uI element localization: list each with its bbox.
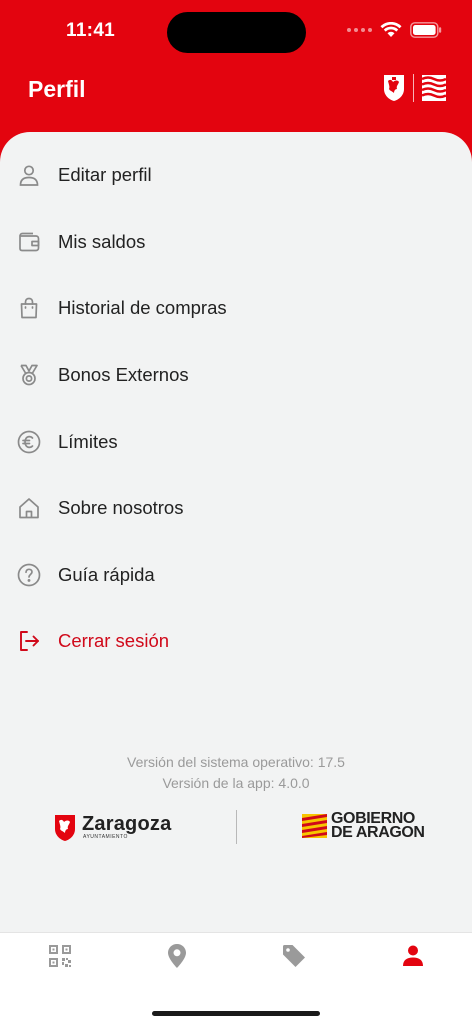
logout-icon [16,628,42,654]
location-pin-icon [168,944,186,968]
version-info: Versión del sistema operativo: 17.5 Vers… [0,752,472,794]
wallet-icon [16,229,42,255]
dynamic-island [167,12,306,53]
menu-item-logout[interactable]: Cerrar sesión [0,608,472,675]
header-logo-divider [413,74,414,102]
home-icon [16,495,42,521]
header: Perfil [0,62,472,132]
gobierno-aragon-logo: GOBIERNO DE ARAGON [302,811,425,841]
tab-bar [0,932,472,1024]
menu-item-edit-profile[interactable]: Editar perfil [0,142,472,209]
os-version-text: Versión del sistema operativo: 17.5 [127,754,345,770]
footer-logos: Zaragoza AYUNTAMIENTO GOBIERNO DE ARAGON [0,808,472,848]
wifi-icon [380,22,402,37]
menu-item-limits[interactable]: Límites [0,408,472,475]
menu-item-about-us[interactable]: Sobre nosotros [0,475,472,542]
menu-item-external-vouchers[interactable]: Bonos Externos [0,342,472,409]
status-time: 11:41 [66,20,116,41]
home-indicator [152,1011,320,1016]
aragon-line-2: DE ARAGON [331,824,425,841]
aragon-flag-icon [302,814,327,838]
header-logos [383,74,446,102]
app-version-text: Versión de la app: 4.0.0 [162,775,310,791]
profile-icon [403,945,423,966]
menu-item-purchase-history[interactable]: Historial de compras [0,275,472,342]
qr-code-icon [49,945,71,967]
euro-icon [16,429,42,455]
tag-icon [283,945,305,967]
help-icon [16,562,42,588]
tab-profile[interactable] [393,941,433,971]
user-icon [16,162,42,188]
content-sheet: Editar perfil Mis saldos Historial de co… [0,132,472,932]
menu-item-label: Mis saldos [58,230,146,252]
tab-map[interactable] [157,941,197,971]
zaragoza-crest-icon [55,815,75,841]
zaragoza-logo: Zaragoza AYUNTAMIENTO [54,814,171,842]
tab-qr-code[interactable] [40,941,80,971]
zaragoza-shield-icon [384,75,404,101]
menu-item-label: Cerrar sesión [58,630,170,652]
status-bar: 11:41 [0,0,472,62]
menu-item-balances[interactable]: Mis saldos [0,209,472,276]
menu-item-label: Bonos Externos [58,364,189,386]
menu-item-label: Límites [58,430,118,452]
page-title: Perfil [28,76,86,102]
zaragoza-subtitle: AYUNTAMIENTO [83,834,128,840]
profile-menu: Editar perfil Mis saldos Historial de co… [0,142,472,675]
aragon-emblem-icon [422,75,446,101]
footer-divider [236,810,237,844]
menu-item-quick-guide[interactable]: Guía rápida [0,542,472,609]
zaragoza-name: Zaragoza [82,813,172,835]
menu-item-label: Guía rápida [58,563,155,585]
cellular-signal-icon [347,28,372,32]
menu-item-label: Sobre nosotros [58,497,184,519]
status-indicators [347,22,442,38]
medal-icon [16,362,42,388]
tab-offers[interactable] [274,941,314,971]
menu-item-label: Historial de compras [58,297,227,319]
battery-icon [410,22,442,38]
shopping-bag-icon [16,295,42,321]
menu-item-label: Editar perfil [58,164,152,186]
